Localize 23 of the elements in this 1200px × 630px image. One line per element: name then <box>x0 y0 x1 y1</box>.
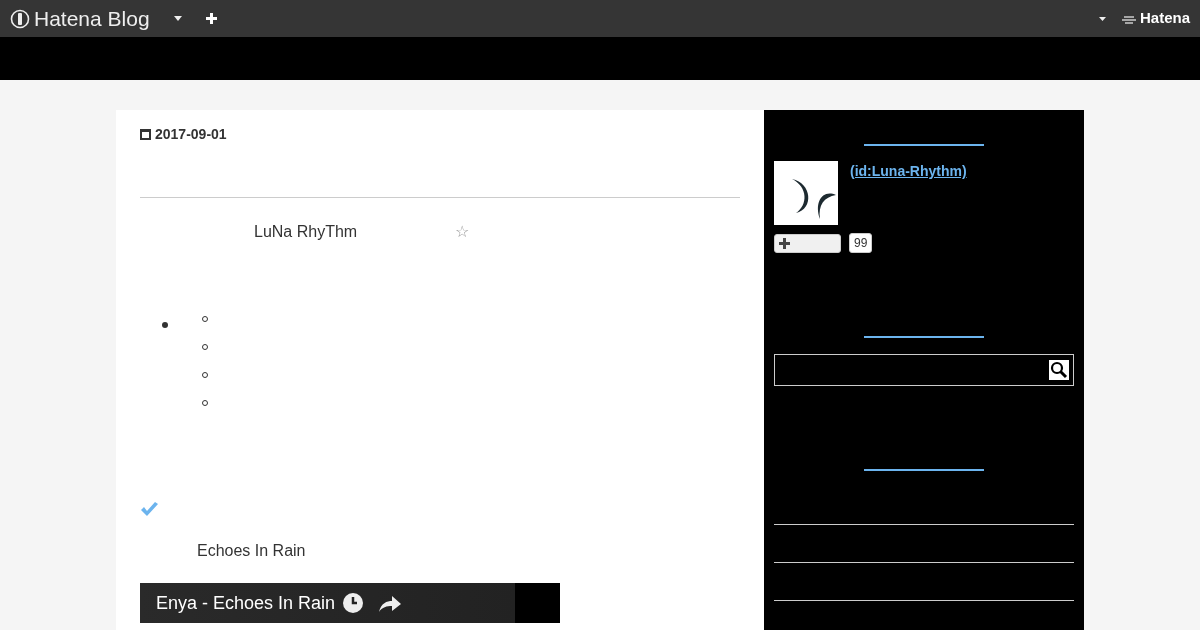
share-icon[interactable] <box>379 594 402 612</box>
avatar-image[interactable] <box>774 161 838 225</box>
author-name: LuNa RhyThm <box>254 222 358 242</box>
entry-date[interactable]: 2017-09-01 <box>155 124 227 145</box>
clock-icon[interactable] <box>343 593 364 613</box>
hatena-brand[interactable]: Hatena <box>1139 7 1190 30</box>
blog-brand[interactable]: Hatena Blog <box>34 2 150 35</box>
caret-icon[interactable] <box>1098 16 1106 21</box>
plus-icon[interactable] <box>205 13 217 24</box>
subscriber-count: 99 <box>849 233 873 253</box>
video-title[interactable]: Enya - Echoes In Rain <box>156 589 336 617</box>
search-field[interactable] <box>774 354 1074 386</box>
caret-icon[interactable] <box>173 16 182 21</box>
search-icon[interactable] <box>1049 360 1069 380</box>
bullet-icon <box>162 322 168 328</box>
pen-logo-icon <box>10 8 30 29</box>
plus-icon <box>779 237 790 249</box>
check-icon <box>140 502 159 517</box>
section-title: Echoes In Rain <box>196 541 307 561</box>
calendar-icon <box>140 129 151 140</box>
video-player[interactable]: Enya - Echoes In Rain <box>140 583 560 623</box>
subscribe-button[interactable] <box>774 233 841 253</box>
profile-link[interactable]: (id:Luna-Rhythm) <box>850 161 967 225</box>
